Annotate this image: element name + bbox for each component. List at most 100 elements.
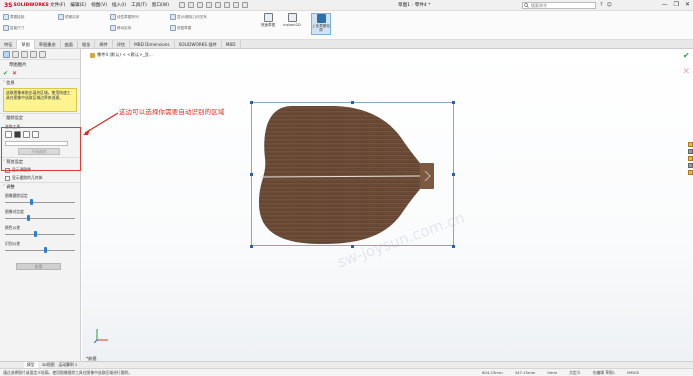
design-library-icon[interactable] bbox=[688, 149, 693, 154]
apply-button[interactable]: 应用 bbox=[16, 263, 61, 270]
tab-sketch[interactable]: 草图 bbox=[17, 40, 35, 49]
ribbon-smart-dimension[interactable]: 智能尺寸 bbox=[3, 25, 24, 31]
tab-sketch-ink[interactable]: 草图墨迹 bbox=[35, 40, 61, 49]
ok-icon[interactable]: ✔ bbox=[3, 70, 8, 77]
slider-thumb[interactable] bbox=[27, 215, 31, 221]
tab-sheet-metal[interactable]: 钣金 bbox=[78, 40, 96, 49]
cancel-icon[interactable]: ✕ bbox=[12, 70, 17, 77]
help-icon[interactable]: ? bbox=[600, 2, 603, 8]
menu-tools[interactable]: 工具(T) bbox=[131, 2, 147, 8]
ribbon-label: Instant2D bbox=[283, 23, 301, 27]
ribbon-move[interactable]: 移动实体 bbox=[110, 25, 131, 31]
relations-icon bbox=[170, 14, 176, 20]
menu-insert[interactable]: 插入(I) bbox=[112, 2, 126, 8]
feature-tree-icon[interactable] bbox=[3, 51, 10, 58]
shaded-sketch-button[interactable]: 上色草图轮廓 bbox=[311, 13, 331, 35]
display-manager-icon[interactable] bbox=[39, 51, 46, 58]
ribbon-sketch[interactable]: 草图绘制 bbox=[3, 14, 24, 20]
appearances-icon[interactable] bbox=[688, 170, 693, 175]
resize-handle[interactable] bbox=[250, 173, 253, 176]
slider-thumb[interactable] bbox=[34, 231, 38, 237]
status-units[interactable]: MMGS bbox=[627, 370, 639, 375]
logo-mark: 3S bbox=[4, 1, 13, 9]
document-title: 草图1 - 零件4 * bbox=[398, 3, 431, 8]
quick-sketch-button[interactable]: 快速草图 bbox=[258, 13, 278, 27]
info-message: 选取图像来取出填充区域。使用快速工具在图像中选取区域边界来创建。 bbox=[3, 88, 77, 112]
menu-file[interactable]: 文件(F) bbox=[50, 2, 65, 8]
tab-weldments[interactable]: 焊件 bbox=[95, 40, 113, 49]
configuration-icon[interactable] bbox=[21, 51, 28, 58]
resize-handle[interactable] bbox=[351, 101, 354, 104]
instant2d-button[interactable]: Instant2D bbox=[282, 13, 302, 27]
contrast-slider[interactable] bbox=[5, 215, 75, 223]
ribbon-mirror[interactable]: 镜像实体 bbox=[58, 14, 79, 20]
restore-icon[interactable]: ❐ bbox=[674, 1, 679, 8]
dimxpert-icon[interactable] bbox=[30, 51, 37, 58]
user-icon[interactable]: ☺ bbox=[607, 2, 612, 8]
resources-icon[interactable] bbox=[688, 142, 693, 147]
select-icon[interactable] bbox=[224, 2, 231, 8]
checkbox[interactable] bbox=[5, 175, 10, 181]
option-label: 显示跟踪的几何体 bbox=[12, 175, 43, 180]
options-icon[interactable] bbox=[242, 2, 249, 8]
show-trace-option[interactable]: 显示跟踪的几何体 bbox=[0, 174, 80, 182]
resize-handle[interactable] bbox=[452, 101, 455, 104]
confirm-check-icon[interactable]: ✔ bbox=[683, 51, 690, 60]
resize-handle[interactable] bbox=[452, 245, 455, 248]
open-icon[interactable] bbox=[188, 2, 195, 8]
ribbon-label: 显示/删除几何关系 bbox=[177, 14, 207, 19]
section-message[interactable]: 信息 bbox=[0, 78, 80, 87]
confirm-cancel-icon[interactable]: ✕ bbox=[682, 67, 690, 77]
tab-evaluate[interactable]: 评估 bbox=[113, 40, 131, 49]
new-icon[interactable] bbox=[179, 2, 186, 8]
slider-thumb[interactable] bbox=[43, 247, 47, 253]
resize-handle[interactable] bbox=[250, 245, 253, 248]
print-icon[interactable] bbox=[206, 2, 213, 8]
ribbon-label: 草图绘制 bbox=[10, 14, 25, 19]
ribbon-repair[interactable]: 修复草图 bbox=[170, 25, 191, 31]
pm-title: 草图图片 bbox=[9, 62, 27, 68]
status-y: 347.15mm bbox=[514, 370, 536, 375]
title-bar: 3S SOLIDWORKS 文件(F) 编辑(E) 视图(V) 插入(I) 工具… bbox=[0, 0, 693, 11]
menu-view[interactable]: 视图(V) bbox=[91, 2, 107, 8]
file-explorer-icon[interactable] bbox=[688, 156, 693, 161]
tab-features[interactable]: 特征 bbox=[0, 40, 18, 49]
resize-handle[interactable] bbox=[452, 173, 455, 176]
menu-window[interactable]: 窗口(W) bbox=[152, 2, 169, 8]
slider-thumb[interactable] bbox=[29, 199, 33, 205]
tab-mbd[interactable]: MBD bbox=[222, 40, 241, 49]
tab-surfaces[interactable]: 曲面 bbox=[61, 40, 78, 49]
status-definition: 欠定义 bbox=[569, 369, 581, 375]
graphics-area[interactable]: 零件4 (默认) < <默认>_显... 这边可以选择你需要自动识别的区域 sw… bbox=[82, 49, 693, 365]
identify-tolerance-slider[interactable] bbox=[5, 247, 75, 255]
section-tracing[interactable]: 跟踪设定 bbox=[0, 113, 80, 122]
ribbon-relations[interactable]: 显示/删除几何关系 bbox=[170, 14, 207, 20]
triad-icon bbox=[94, 329, 108, 343]
property-manager-icon[interactable] bbox=[12, 51, 19, 58]
trace-setting-slider[interactable] bbox=[5, 199, 75, 207]
panel-tabs bbox=[0, 49, 80, 60]
color-tolerance-slider[interactable] bbox=[5, 231, 75, 239]
rebuild-icon[interactable] bbox=[233, 2, 240, 8]
tab-addins[interactable]: SOLIDWORKS 插件 bbox=[175, 40, 222, 49]
move-icon bbox=[110, 25, 116, 31]
logo-text: SOLIDWORKS bbox=[13, 2, 49, 8]
property-manager: 草图图片 ✔ ✕ 信息 选取图像来取出填充区域。使用快速工具在图像中选取区域边界… bbox=[0, 49, 81, 365]
slider-label: 图像跟踪设定 bbox=[5, 193, 28, 198]
search-input[interactable]: 搜索命令 bbox=[522, 2, 596, 9]
minimize-icon[interactable]: — bbox=[662, 1, 668, 8]
save-icon[interactable] bbox=[197, 2, 204, 8]
undo-icon[interactable] bbox=[215, 2, 222, 8]
close-icon[interactable]: ✕ bbox=[685, 1, 690, 8]
ribbon-label: 修复草图 bbox=[177, 25, 192, 30]
status-message: 通过选择图片或面定义轮廓。使用图像跟踪工具在图像中选取区域进行跟踪。 bbox=[3, 369, 133, 375]
view-palette-icon[interactable] bbox=[688, 163, 693, 168]
status-z: 0mm bbox=[547, 370, 558, 375]
section-adjust[interactable]: 调整 bbox=[0, 182, 80, 191]
slider-label: 图像对比度 bbox=[5, 209, 24, 214]
ribbon-label: 镜像实体 bbox=[65, 14, 80, 19]
ribbon-linear-pattern[interactable]: 线性草图阵列 bbox=[110, 14, 139, 20]
resize-handle[interactable] bbox=[250, 101, 253, 104]
tab-mbd-dimensions[interactable]: MBD Dimensions bbox=[130, 40, 175, 49]
menu-edit[interactable]: 编辑(E) bbox=[70, 2, 86, 8]
